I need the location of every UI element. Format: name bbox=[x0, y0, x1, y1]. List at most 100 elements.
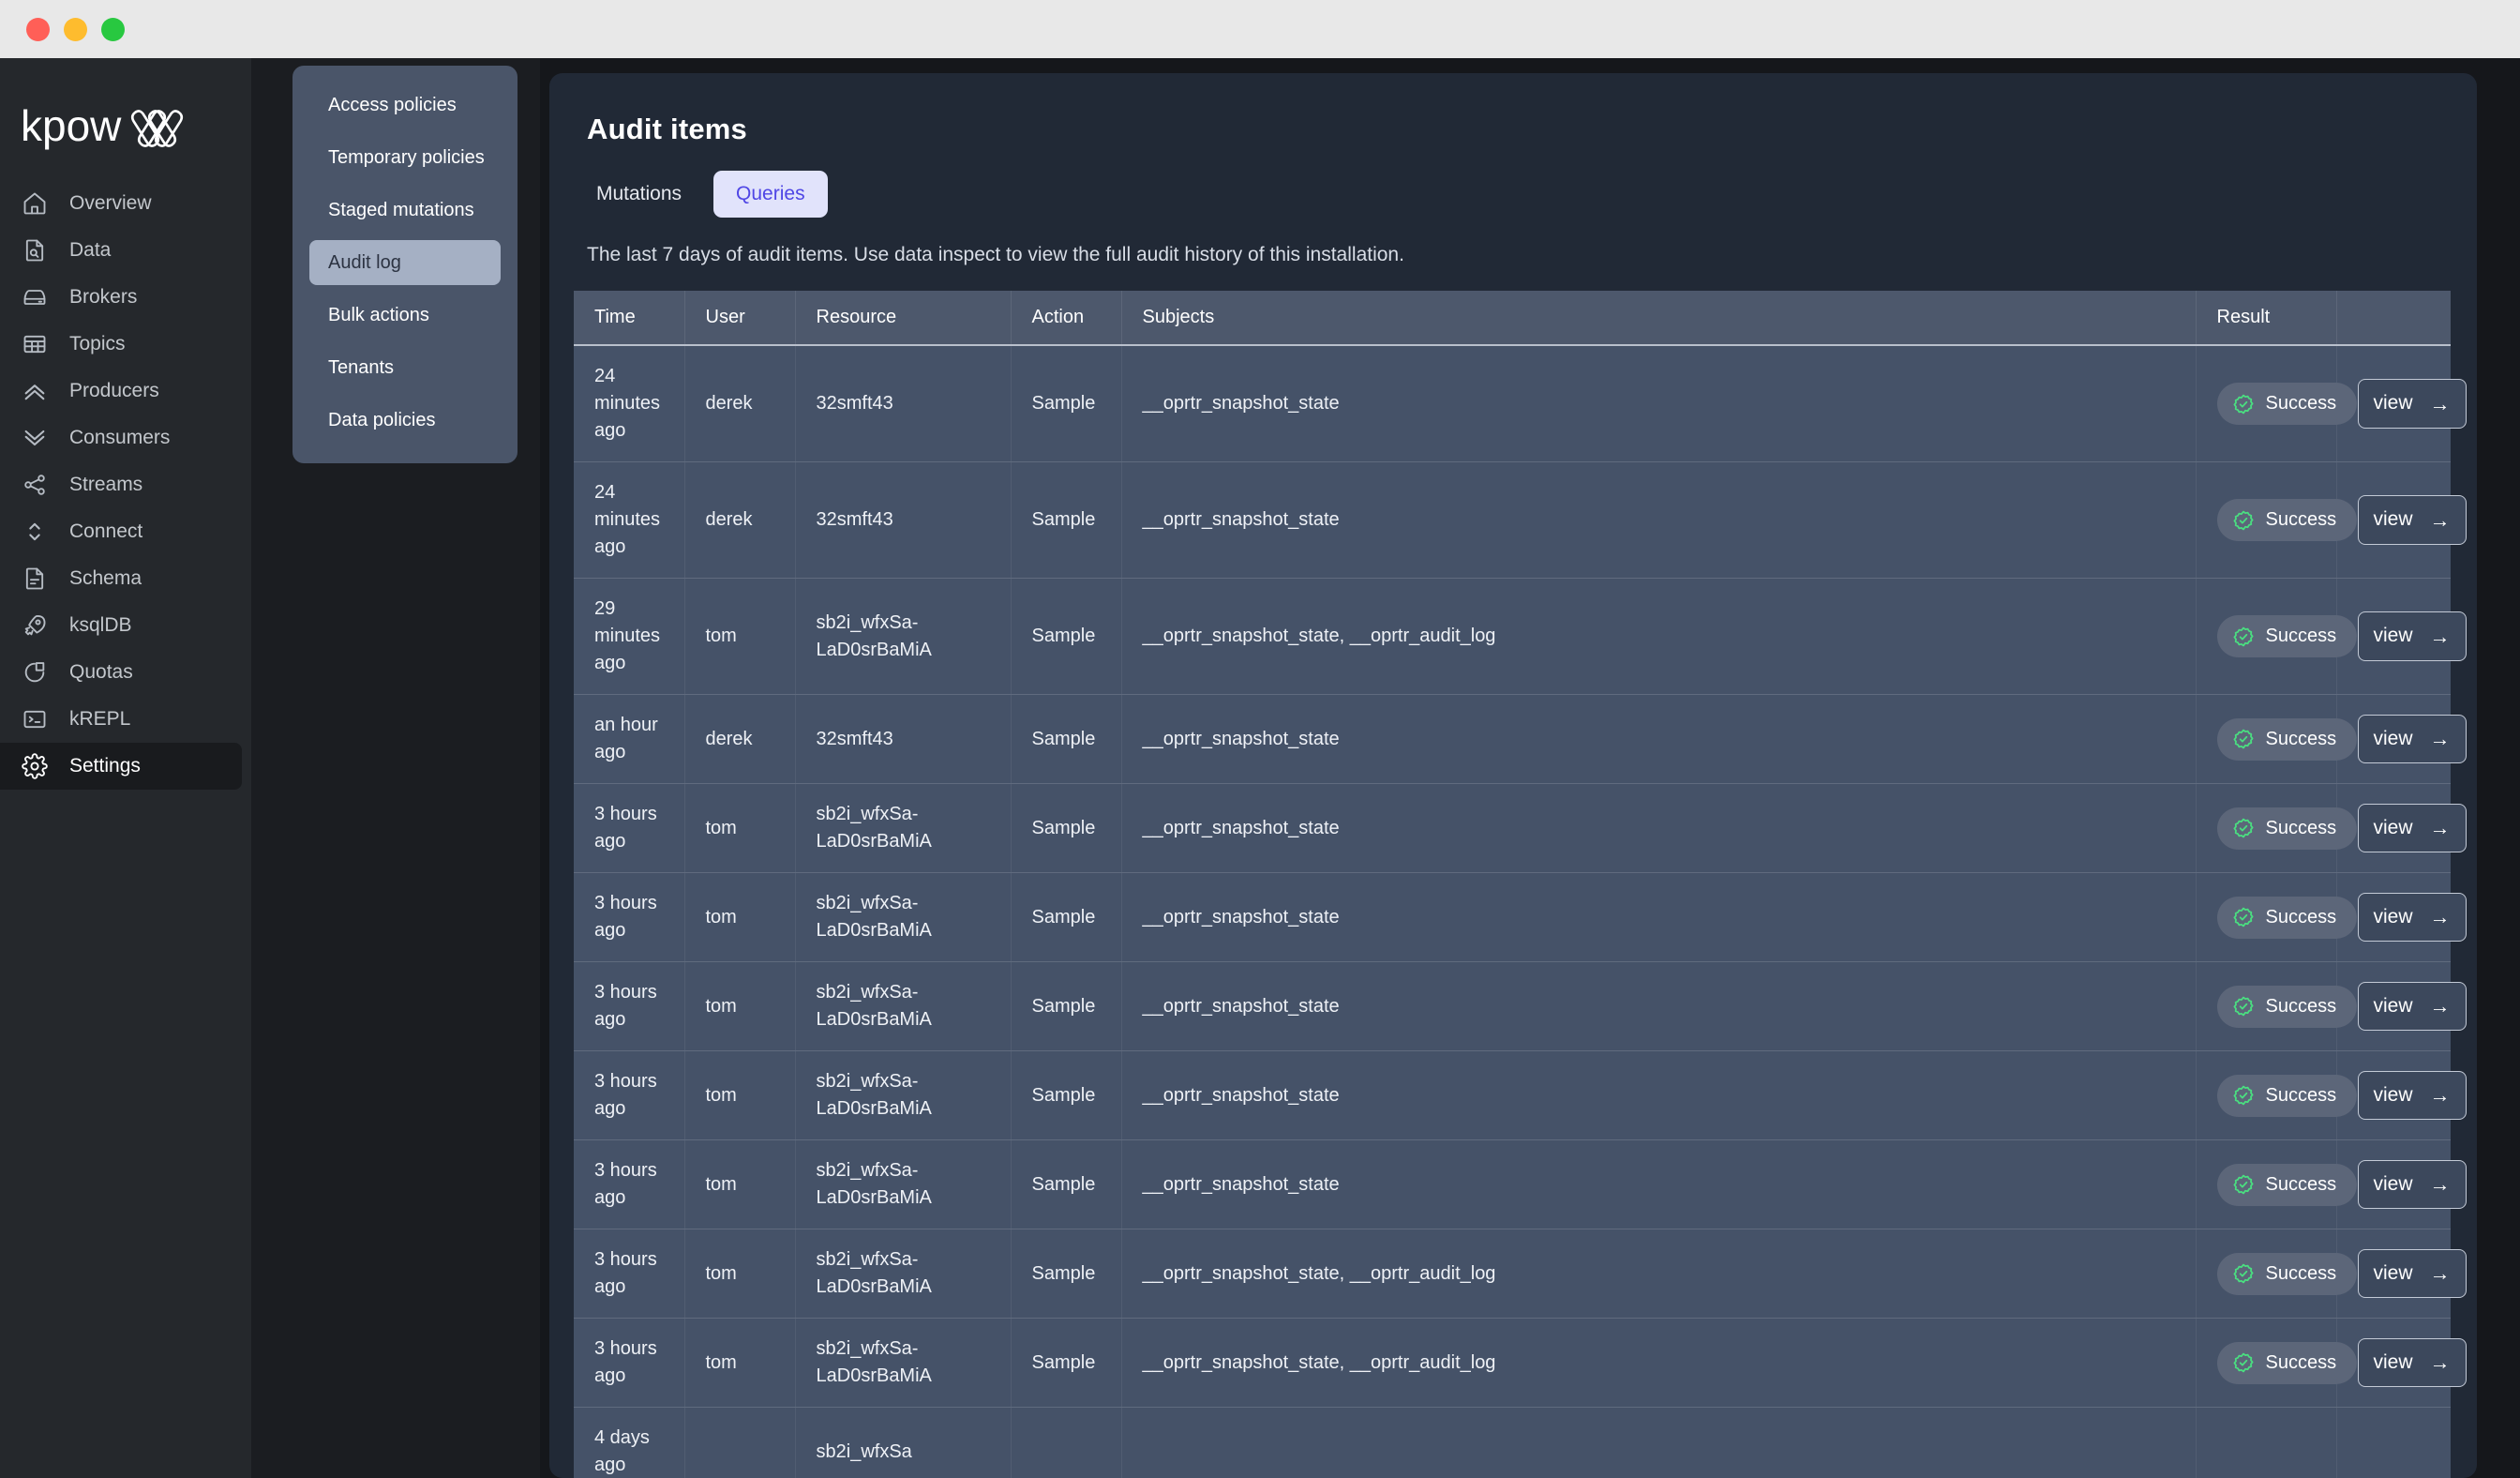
sidebar-item-topics[interactable]: Topics bbox=[0, 321, 242, 368]
subnav-item-bulk-actions[interactable]: Bulk actions bbox=[309, 293, 501, 338]
table-row[interactable]: 3 hours ago tom sb2i_wfxSa-LaD0srBaMiA Samp… bbox=[574, 872, 2467, 962]
cell-time: 3 hours ago bbox=[574, 961, 685, 1051]
subnav-item-tenants[interactable]: Tenants bbox=[309, 345, 501, 390]
cell-time: 24 minutes ago bbox=[574, 461, 685, 579]
subnav-item-label: Data policies bbox=[328, 409, 436, 430]
zoom-window-button[interactable] bbox=[101, 17, 125, 41]
sidebar-item-producers[interactable]: Producers bbox=[0, 368, 242, 415]
cell-action: Sample bbox=[1011, 461, 1122, 579]
view-button[interactable]: view → bbox=[2357, 1248, 2467, 1299]
sidebar-item-quotas[interactable]: Quotas bbox=[0, 649, 242, 696]
cell-subjects: __oprtr_snapshot_state, __oprtr_audit_lo… bbox=[1121, 578, 2197, 695]
column-header-result[interactable]: Result bbox=[2196, 291, 2337, 346]
audit-tabs: Mutations Queries bbox=[574, 171, 2477, 218]
table-row[interactable]: an hour ago derek 32smft43 Sample __oprtr_sn… bbox=[574, 694, 2467, 784]
view-button[interactable]: view → bbox=[2357, 1070, 2467, 1121]
table-row[interactable]: 3 hours ago tom sb2i_wfxSa-LaD0srBaMiA Samp… bbox=[574, 1139, 2467, 1229]
column-header-user[interactable]: User bbox=[684, 291, 796, 346]
sidebar-item-schema[interactable]: Schema bbox=[0, 555, 242, 602]
success-check-icon bbox=[2232, 1173, 2255, 1196]
status-badge: Success bbox=[2216, 1252, 2358, 1295]
view-button[interactable]: view → bbox=[2357, 1159, 2467, 1210]
table-row[interactable]: 3 hours ago tom sb2i_wfxSa-LaD0srBaMiA Samp… bbox=[574, 961, 2467, 1051]
sidebar-item-label: Quotas bbox=[69, 661, 133, 683]
subnav-item-label: Temporary policies bbox=[328, 146, 485, 168]
sidebar-item-brokers[interactable]: Brokers bbox=[0, 274, 242, 321]
table-row[interactable]: 29 minutes ago tom sb2i_wfxSa-LaD0srBaMiA S… bbox=[574, 578, 2467, 695]
sidebar-item-consumers[interactable]: Consumers bbox=[0, 415, 242, 461]
subnav-item-audit-log[interactable]: Audit log bbox=[309, 240, 501, 285]
sidebar-item-overview[interactable]: Overview bbox=[0, 180, 242, 227]
cell-result: Success bbox=[2196, 783, 2358, 873]
cell-result: Success bbox=[2196, 694, 2358, 784]
cell-resource: 32smft43 bbox=[795, 345, 1012, 462]
arrow-right-icon: → bbox=[2429, 994, 2451, 1018]
view-button[interactable]: view → bbox=[2357, 379, 2467, 429]
table-row[interactable]: 3 hours ago tom sb2i_wfxSa-LaD0srBaMiA Samp… bbox=[574, 1318, 2467, 1408]
subnav-item-label: Audit log bbox=[328, 251, 401, 273]
table-row[interactable]: 24 minutes ago derek 32smft43 Sample __oprtr… bbox=[574, 345, 2467, 462]
sidebar-item-data[interactable]: Data bbox=[0, 227, 242, 274]
arrow-right-icon: → bbox=[2429, 624, 2451, 648]
sidebar-item-ksqldb[interactable]: ksqlDB bbox=[0, 602, 242, 649]
cell-time: 3 hours ago bbox=[574, 872, 685, 962]
sidebar-item-label: Brokers bbox=[69, 286, 138, 308]
sidebar-item-streams[interactable]: Streams bbox=[0, 461, 242, 508]
view-button[interactable]: view → bbox=[2357, 981, 2467, 1032]
sidebar-item-label: Producers bbox=[69, 380, 159, 401]
success-check-icon bbox=[2232, 906, 2255, 928]
success-check-icon bbox=[2232, 995, 2255, 1018]
table-row[interactable]: 3 hours ago tom sb2i_wfxSa-LaD0srBaMiA Samp… bbox=[574, 1050, 2467, 1140]
table-row[interactable]: 4 days ago sb2i_wfxSa bbox=[574, 1407, 2451, 1478]
table-row[interactable]: 24 minutes ago derek 32smft43 Sample __oprtr… bbox=[574, 461, 2467, 579]
sidebar-item-krepl[interactable]: kREPL bbox=[0, 696, 242, 743]
cell-action: Sample bbox=[1011, 578, 1122, 695]
tab-queries[interactable]: Queries bbox=[713, 171, 828, 218]
table-row[interactable]: 3 hours ago tom sb2i_wfxSa-LaD0srBaMiA Samp… bbox=[574, 1229, 2467, 1319]
subnav-item-staged-mutations[interactable]: Staged mutations bbox=[309, 188, 501, 233]
schema-icon bbox=[21, 565, 49, 593]
view-button[interactable]: view → bbox=[2357, 714, 2467, 764]
cell-subjects: __oprtr_snapshot_state bbox=[1121, 961, 2197, 1051]
subnav-item-temporary-policies[interactable]: Temporary policies bbox=[309, 135, 501, 180]
table-row[interactable]: 3 hours ago tom sb2i_wfxSa-LaD0srBaMiA Samp… bbox=[574, 783, 2467, 873]
sidebar-item-settings[interactable]: Settings bbox=[0, 743, 242, 790]
producers-icon bbox=[21, 377, 49, 405]
column-header-resource[interactable]: Resource bbox=[795, 291, 1012, 346]
tab-mutations[interactable]: Mutations bbox=[574, 171, 704, 218]
success-check-icon bbox=[2232, 817, 2255, 839]
arrow-right-icon: → bbox=[2429, 905, 2451, 928]
tab-label: Queries bbox=[736, 183, 805, 204]
sidebar-item-label: kREPL bbox=[69, 708, 131, 730]
view-button[interactable]: view → bbox=[2357, 803, 2467, 853]
sidebar-item-connect[interactable]: Connect bbox=[0, 508, 242, 555]
column-header-time[interactable]: Time bbox=[574, 291, 685, 346]
column-header-subjects[interactable]: Subjects bbox=[1121, 291, 2197, 346]
column-header-action[interactable]: Action bbox=[1011, 291, 1122, 346]
cell-view-action bbox=[2336, 1407, 2451, 1478]
cell-result: Success bbox=[2196, 578, 2358, 695]
connect-icon bbox=[21, 518, 49, 546]
audit-table-wrapper[interactable]: Time User Resource Action Subjects Resul… bbox=[574, 291, 2467, 1478]
view-button-label: view bbox=[2373, 1172, 2413, 1195]
gear-icon bbox=[21, 752, 49, 780]
success-check-icon bbox=[2232, 1262, 2255, 1285]
view-button-label: view bbox=[2373, 905, 2413, 928]
view-button[interactable]: view → bbox=[2357, 611, 2467, 661]
cell-user: tom bbox=[684, 1050, 796, 1140]
kpow-logo[interactable]: kpow bbox=[0, 58, 251, 169]
status-badge-label: Success bbox=[2265, 509, 2337, 530]
subnav-item-data-policies[interactable]: Data policies bbox=[309, 398, 501, 443]
cell-action: Sample bbox=[1011, 345, 1122, 462]
cell-action: Sample bbox=[1011, 961, 1122, 1051]
view-button[interactable]: view → bbox=[2357, 1337, 2467, 1388]
topics-icon bbox=[21, 330, 49, 358]
subnav-item-access-policies[interactable]: Access policies bbox=[309, 83, 501, 128]
view-button[interactable]: view → bbox=[2357, 495, 2467, 545]
status-badge-label: Success bbox=[2265, 728, 2337, 749]
status-badge: Success bbox=[2216, 1163, 2358, 1206]
close-window-button[interactable] bbox=[26, 17, 50, 41]
view-button[interactable]: view → bbox=[2357, 892, 2467, 943]
minimize-window-button[interactable] bbox=[64, 17, 87, 41]
cell-resource: sb2i_wfxSa-LaD0srBaMiA bbox=[795, 1050, 1012, 1140]
